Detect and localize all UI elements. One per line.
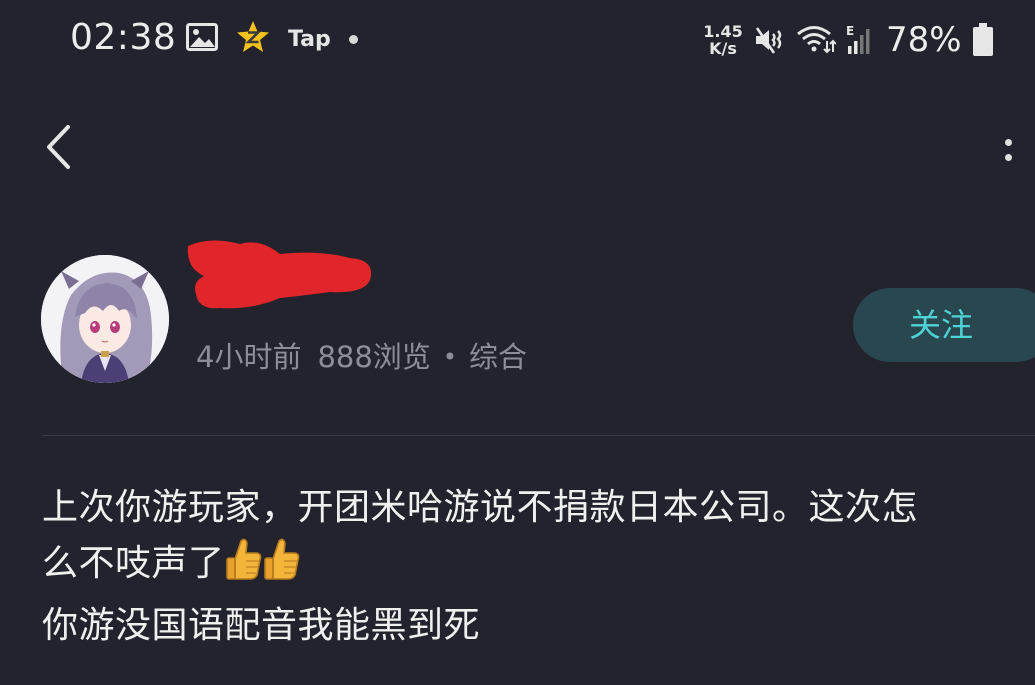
signal-type-label: E xyxy=(846,24,854,38)
status-time: 02:38 xyxy=(70,17,177,58)
status-app-icons: Tap xyxy=(186,20,376,58)
battery-icon xyxy=(972,23,994,57)
gallery-icon xyxy=(186,23,218,55)
more-vertical-icon-dot xyxy=(1004,154,1012,161)
chevron-left-icon xyxy=(44,124,72,174)
star-z-icon xyxy=(236,20,270,58)
author-name-redaction xyxy=(180,232,380,328)
divider xyxy=(42,435,1035,436)
thumbs-up-icon xyxy=(225,537,263,598)
wifi-icon xyxy=(796,24,836,56)
post-body-line: 上次你游玩家，开团米哈游说不捐款日本公司。这次怎 xyxy=(42,487,919,528)
follow-button[interactable]: 关注 xyxy=(853,288,1035,362)
post-category[interactable]: 综合 xyxy=(469,337,527,377)
post-body-line: 你游没国语配音我能黑到死 xyxy=(42,605,481,646)
status-right-cluster: 1.45 K/s E 78% xyxy=(702,18,1004,62)
avatar-illustration xyxy=(41,255,169,383)
post-body-line-with-emoji: 么不吱声了 xyxy=(42,536,1008,598)
tap-icon: Tap xyxy=(288,26,331,52)
cell-signal-icon: E xyxy=(846,24,876,56)
more-options-button[interactable] xyxy=(990,128,1026,172)
avatar[interactable] xyxy=(41,255,169,383)
network-speed-unit: K/s xyxy=(709,39,737,58)
network-speed-value: 1.45 xyxy=(703,22,743,41)
network-speed: 1.45 K/s xyxy=(702,23,744,57)
more-vertical-icon-dot xyxy=(1004,139,1012,146)
post-time: 4小时前 xyxy=(196,340,302,374)
post-meta: 4小时前 888浏览 • 综合 xyxy=(196,337,527,377)
thumbs-up-icon xyxy=(263,537,301,598)
post-body: 上次你游玩家，开团米哈游说不捐款日本公司。这次怎 么不吱声了 你游没国语配音我能… xyxy=(42,480,1008,654)
notification-dot-icon xyxy=(348,34,358,44)
battery-percent: 78% xyxy=(886,20,962,60)
back-button[interactable] xyxy=(36,122,80,176)
post-views: 888浏览 xyxy=(317,340,431,374)
meta-separator: • xyxy=(442,343,457,371)
post-body-line: 么不吱声了 xyxy=(42,543,225,584)
vibrate-mute-icon xyxy=(754,24,786,56)
